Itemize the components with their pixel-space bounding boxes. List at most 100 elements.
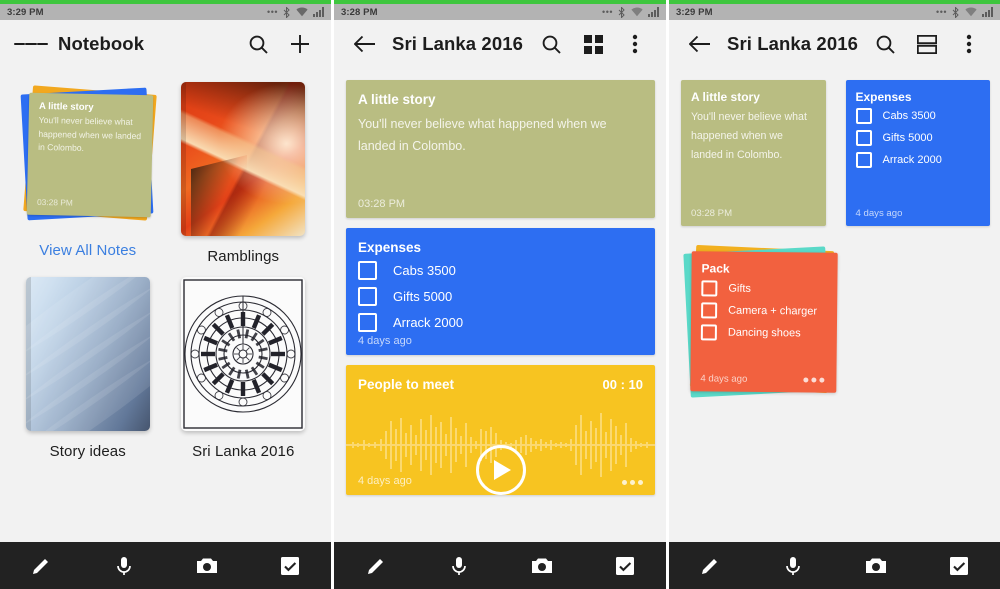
- checkbox-unchecked-icon[interactable]: [856, 130, 872, 146]
- checkbox-unchecked-icon[interactable]: [856, 152, 872, 168]
- notebook-cover-story-ideas[interactable]: [26, 277, 150, 431]
- plus-icon[interactable]: [283, 27, 317, 61]
- notebook-cover-sri-lanka[interactable]: [181, 277, 305, 431]
- card-overflow-icon[interactable]: [803, 377, 824, 382]
- checklist-item[interactable]: Cabs 3500: [358, 261, 643, 280]
- checkbox-icon[interactable]: [939, 546, 979, 586]
- camera-icon[interactable]: [522, 546, 562, 586]
- panel-note-list: 3:28 PM ••• Sri Lanka 2016: [334, 0, 666, 589]
- book-spine: [181, 82, 186, 236]
- microphone-icon[interactable]: [104, 546, 144, 586]
- note-card-expenses[interactable]: Expenses Cabs 3500 Gifts 5000 Arrack 200…: [346, 228, 655, 355]
- checklist-label: Cabs 3500: [883, 110, 936, 122]
- microphone-icon[interactable]: [773, 546, 813, 586]
- three-panel-screenshot: 3:29 PM ••• Notebook: [0, 0, 1000, 589]
- notebook-cell-ramblings[interactable]: Ramblings: [166, 82, 322, 265]
- overflow-menu-icon[interactable]: [952, 27, 986, 61]
- checkbox-icon[interactable]: [270, 546, 310, 586]
- note-title: People to meet: [358, 377, 643, 392]
- notebook-cell-story-ideas[interactable]: Story ideas: [10, 277, 166, 460]
- notebook-cell-view-all-notes[interactable]: A little story You'll never believe what…: [10, 82, 166, 265]
- checklist-label: Camera + charger: [728, 305, 817, 318]
- pencil-icon[interactable]: [356, 546, 396, 586]
- page-title: Sri Lanka 2016: [727, 33, 858, 55]
- checkbox-unchecked-icon[interactable]: [701, 280, 717, 296]
- note-card-pack-stack[interactable]: Pack Gifts Camera + charger Dancing shoe…: [681, 244, 841, 404]
- checkbox-unchecked-icon[interactable]: [358, 261, 377, 280]
- wave-pattern: [26, 277, 150, 431]
- microphone-icon[interactable]: [439, 546, 479, 586]
- card-overflow-icon[interactable]: [622, 480, 643, 485]
- note-card-grid: A little story You'll never believe what…: [669, 68, 1000, 404]
- status-time: 3:29 PM: [676, 7, 713, 18]
- grid-view-icon[interactable]: [576, 27, 610, 61]
- checklist-item[interactable]: Gifts 5000: [856, 130, 981, 146]
- checklist-label: Gifts: [728, 283, 751, 295]
- note-timestamp: 4 days ago: [856, 208, 903, 219]
- checklist-item[interactable]: Dancing shoes: [701, 324, 827, 341]
- bottom-action-bar: [334, 542, 666, 589]
- pencil-icon[interactable]: [21, 546, 61, 586]
- checklist-item[interactable]: Gifts 5000: [358, 287, 643, 306]
- search-icon[interactable]: [868, 27, 902, 61]
- pencil-icon[interactable]: [690, 546, 730, 586]
- bluetooth-icon: [952, 7, 960, 18]
- bluetooth-icon: [283, 7, 291, 18]
- more-dots-icon: •••: [936, 8, 947, 17]
- signal-icon: [648, 7, 660, 17]
- note-card-a-little-story[interactable]: A little story You'll never believe what…: [346, 80, 655, 218]
- signal-icon: [982, 7, 994, 17]
- checkbox-unchecked-icon[interactable]: [856, 108, 872, 124]
- back-arrow-icon[interactable]: [348, 27, 382, 61]
- panel-note-grid: 3:29 PM ••• Sri Lanka 2016: [669, 0, 1000, 589]
- checkbox-unchecked-icon[interactable]: [701, 324, 717, 340]
- list-view-icon[interactable]: [910, 27, 944, 61]
- status-time: 3:29 PM: [7, 7, 44, 18]
- view-all-notes-link[interactable]: View All Notes: [39, 242, 136, 259]
- note-stack-thumbnail[interactable]: A little story You'll never believe what…: [14, 82, 162, 230]
- note-title: Pack: [701, 261, 827, 276]
- note-timestamp: 03:28 PM: [37, 197, 73, 208]
- bluetooth-icon: [618, 7, 626, 18]
- checkbox-unchecked-icon[interactable]: [701, 302, 717, 318]
- note-card-a-little-story[interactable]: A little story You'll never believe what…: [681, 80, 826, 226]
- checklist-item[interactable]: Arrack 2000: [856, 152, 981, 168]
- checkbox-icon[interactable]: [605, 546, 645, 586]
- note-card-people-to-meet[interactable]: People to meet 00 : 10: [346, 365, 655, 495]
- play-triangle-icon: [494, 460, 511, 480]
- checklist-label: Gifts 5000: [393, 289, 452, 304]
- notebook-cell-sri-lanka-2016[interactable]: Sri Lanka 2016: [166, 277, 322, 460]
- checklist-item[interactable]: Arrack 2000: [358, 313, 643, 332]
- checklist-label: Arrack 2000: [393, 315, 463, 330]
- overflow-menu-icon[interactable]: [618, 27, 652, 61]
- hamburger-menu-icon[interactable]: [14, 27, 48, 61]
- wifi-icon: [965, 7, 977, 17]
- note-timestamp: 4 days ago: [358, 335, 412, 347]
- app-bar: Notebook: [0, 20, 331, 68]
- search-icon[interactable]: [534, 27, 568, 61]
- checkbox-unchecked-icon[interactable]: [358, 313, 377, 332]
- bottom-action-bar: [669, 542, 1000, 589]
- checklist-item[interactable]: Gifts: [701, 280, 827, 297]
- note-title: Expenses: [358, 240, 643, 255]
- checkbox-unchecked-icon[interactable]: [358, 287, 377, 306]
- checklist-item[interactable]: Camera + charger: [701, 302, 827, 319]
- note-body: You'll never believe what happened when …: [358, 113, 643, 157]
- camera-icon[interactable]: [187, 546, 227, 586]
- search-icon[interactable]: [241, 27, 275, 61]
- note-card-pack[interactable]: Pack Gifts Camera + charger Dancing shoe…: [690, 251, 837, 393]
- audio-duration: 00 : 10: [603, 377, 643, 392]
- notebook-cover-ramblings[interactable]: [181, 82, 305, 236]
- checklist-item[interactable]: Cabs 3500: [856, 108, 981, 124]
- note-title: A little story: [358, 92, 643, 107]
- status-icons: •••: [936, 4, 994, 20]
- status-bar: 3:29 PM •••: [0, 4, 331, 20]
- play-button[interactable]: [476, 445, 526, 495]
- status-bar: 3:28 PM •••: [334, 4, 666, 20]
- note-card-expenses[interactable]: Expenses Cabs 3500 Gifts 5000 Arrack 200…: [846, 80, 991, 226]
- note-title: A little story: [39, 101, 145, 114]
- mandala-pattern: [181, 277, 305, 431]
- more-dots-icon: •••: [602, 8, 613, 17]
- camera-icon[interactable]: [856, 546, 896, 586]
- back-arrow-icon[interactable]: [683, 27, 717, 61]
